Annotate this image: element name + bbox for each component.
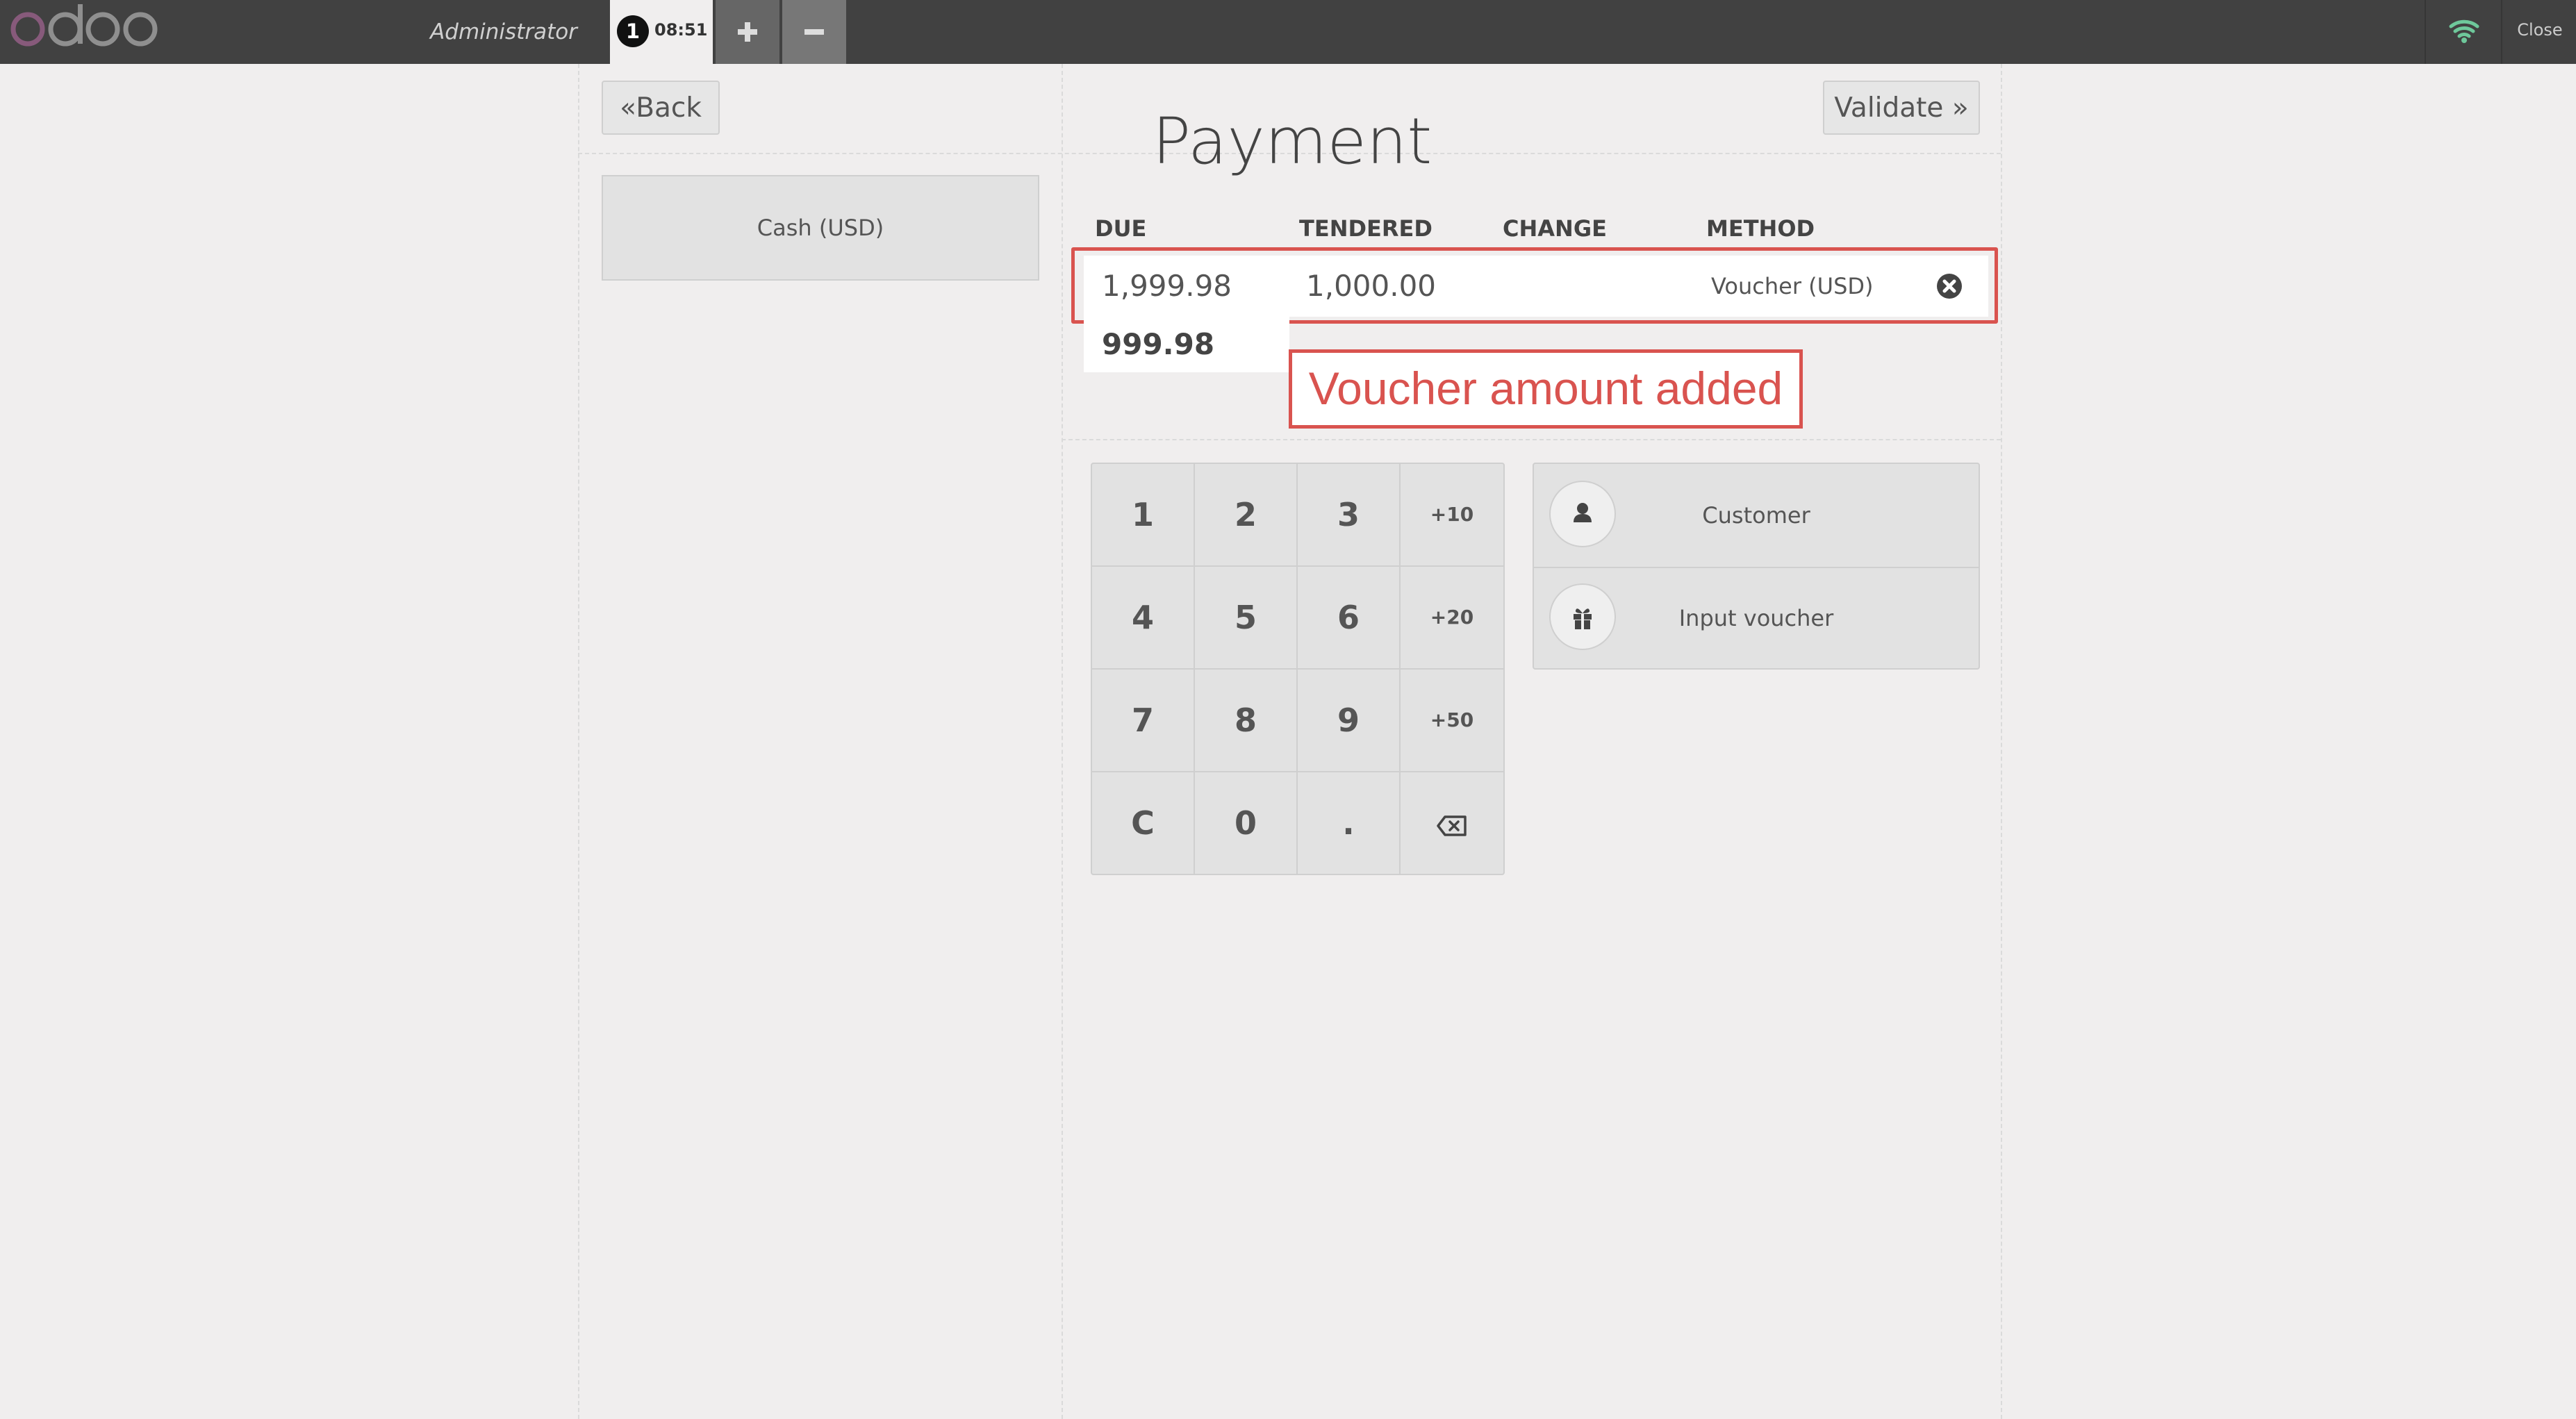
numpad-key-1[interactable]: 1 (1092, 464, 1195, 567)
right-panel-border (2001, 64, 2002, 1419)
col-header-method: METHOD (1706, 215, 1815, 242)
numpad-key-plus50[interactable]: +50 (1401, 670, 1503, 772)
backspace-icon (1437, 815, 1467, 836)
annotation-label: Voucher amount added (1289, 349, 1803, 429)
numpad-key-0[interactable]: 0 (1195, 772, 1298, 874)
voucher-icon-circle (1549, 583, 1616, 650)
lines-divider (1062, 439, 2001, 440)
gift-icon (1574, 608, 1592, 629)
top-bar: Administrator 1 08:51 Close (0, 0, 2576, 64)
input-voucher-button[interactable]: Input voucher (1534, 567, 1979, 670)
wifi-icon (2449, 19, 2479, 43)
col-header-change: CHANGE (1503, 215, 1607, 242)
numpad-key-8[interactable]: 8 (1195, 670, 1298, 772)
double-chevron-left-icon: « (620, 92, 636, 124)
back-button[interactable]: «Back (602, 81, 720, 135)
odoo-logo (10, 4, 158, 47)
numpad-key-clear[interactable]: C (1092, 772, 1195, 874)
minus-icon (804, 29, 824, 35)
numpad-key-backspace[interactable] (1401, 772, 1503, 874)
connection-status[interactable] (2425, 0, 2502, 64)
validate-label: Validate (1834, 92, 1944, 124)
numpad-key-7[interactable]: 7 (1092, 670, 1195, 772)
close-button[interactable]: Close (2501, 0, 2576, 64)
order-tab-selected[interactable]: 1 08:51 (610, 0, 713, 64)
numpad-key-3[interactable]: 3 (1298, 464, 1401, 567)
delete-order-button[interactable] (782, 0, 846, 64)
new-order-button[interactable] (716, 0, 779, 64)
numpad-key-4[interactable]: 4 (1092, 567, 1195, 670)
col-header-due: DUE (1095, 215, 1147, 242)
numpad-key-plus20[interactable]: +20 (1401, 567, 1503, 670)
double-chevron-right-icon: » (1951, 92, 1969, 124)
order-time: 08:51 (654, 20, 708, 40)
col-header-tendered: TENDERED (1299, 215, 1433, 242)
numpad-key-plus10[interactable]: +10 (1401, 464, 1503, 567)
numpad-key-9[interactable]: 9 (1298, 670, 1401, 772)
customer-button[interactable]: Customer (1534, 464, 1979, 568)
numpad-key-6[interactable]: 6 (1298, 567, 1401, 670)
payment-method-cash[interactable]: Cash (USD) (602, 175, 1039, 281)
numpad: 1 2 3 +10 4 5 6 +20 7 8 9 +50 C 0 . (1091, 463, 1505, 875)
content-divider (1062, 64, 1063, 1419)
customer-icon-circle (1549, 481, 1616, 547)
annotation-highlight-box (1071, 247, 1998, 324)
plus-icon-stroke (745, 22, 750, 42)
back-label: Back (636, 92, 702, 124)
remaining-amount: 999.98 (1084, 317, 1289, 372)
numpad-key-5[interactable]: 5 (1195, 567, 1298, 670)
left-panel-border (578, 64, 579, 1419)
order-number-badge: 1 (617, 15, 649, 47)
validate-button[interactable]: Validate » (1823, 81, 1980, 135)
payment-actions: Customer Input voucher (1533, 463, 1980, 670)
numpad-key-2[interactable]: 2 (1195, 464, 1298, 567)
username[interactable]: Administrator (417, 0, 591, 64)
numpad-key-decimal[interactable]: . (1298, 772, 1401, 874)
user-icon (1574, 503, 1592, 522)
page-title: Payment (1152, 104, 1433, 179)
